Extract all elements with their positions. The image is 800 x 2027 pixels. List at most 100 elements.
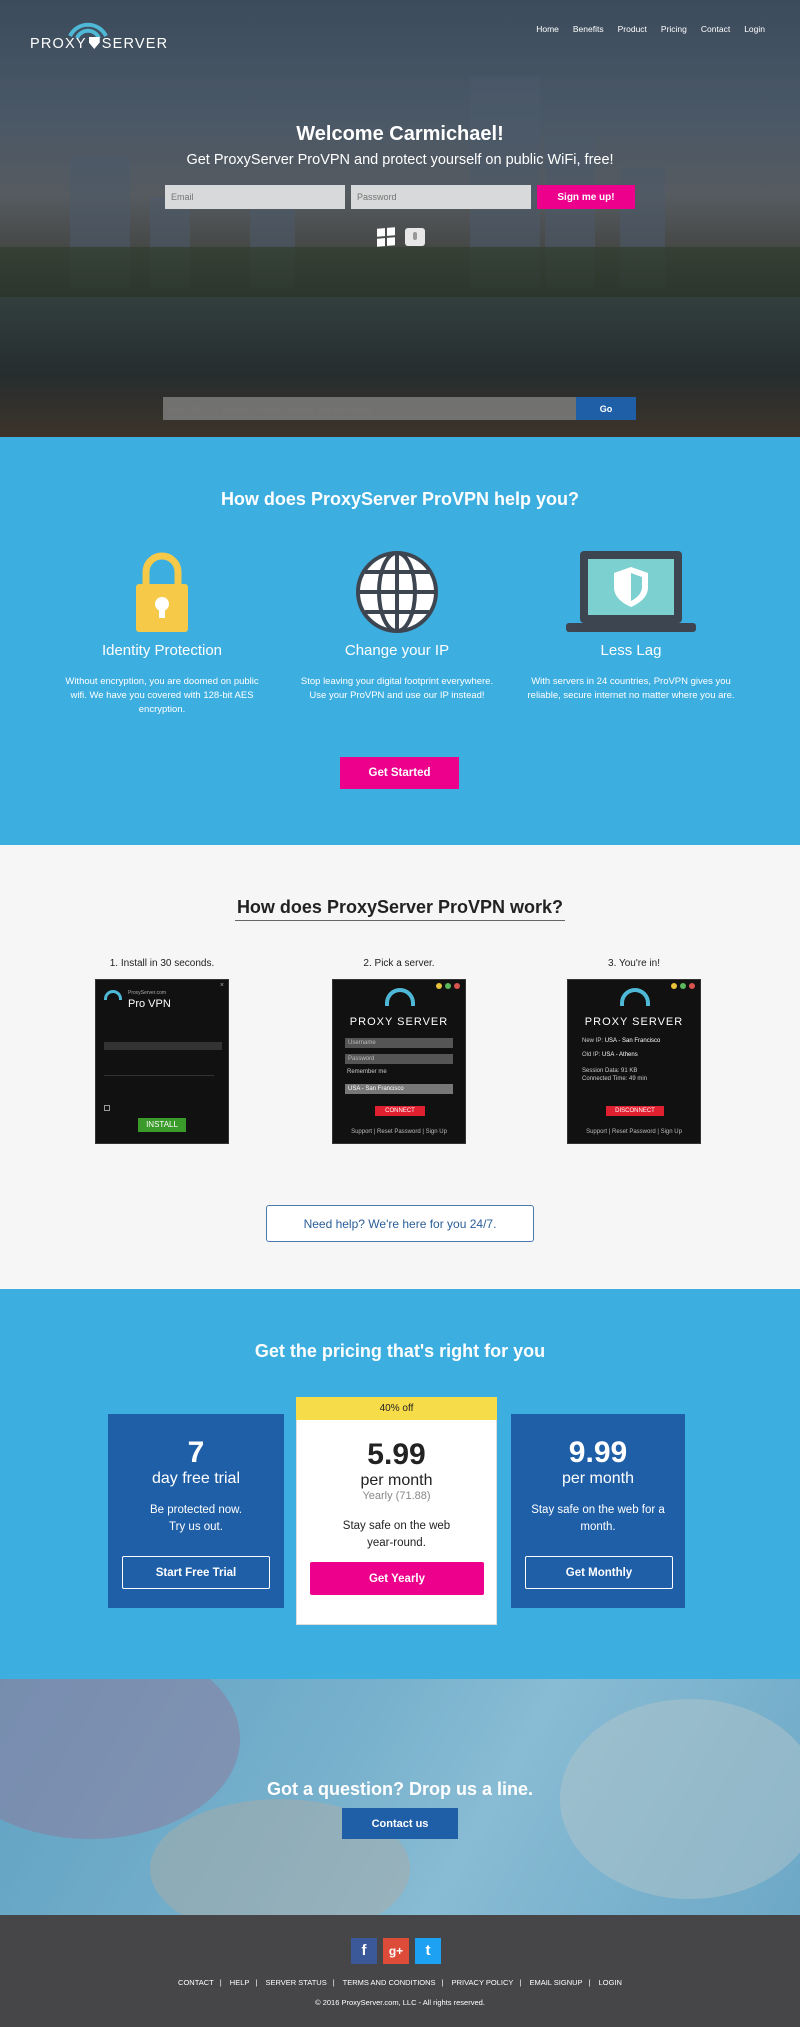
social-links: f g+ t bbox=[351, 1938, 441, 1964]
logo-text-right: SERVER bbox=[101, 36, 169, 52]
get-yearly-button[interactable]: Get Yearly bbox=[310, 1562, 484, 1595]
plan-desc: month. bbox=[580, 1521, 616, 1533]
plan-yearly-total: Yearly (71.88) bbox=[362, 1490, 431, 1502]
wifi-arc-icon bbox=[104, 990, 122, 1000]
step-label: 2. Pick a server. bbox=[363, 958, 435, 969]
login-screenshot: PROXY SERVER Username Password Remember … bbox=[332, 979, 466, 1144]
hero-section: PROXY SERVER Home Benefits Product Pricin… bbox=[0, 0, 800, 437]
wifi-arc-icon bbox=[385, 988, 415, 1006]
browse-bar: Go bbox=[163, 397, 636, 420]
feature-identity: Identity Protection Without encryption, … bbox=[57, 547, 267, 717]
app-logo: PROXY SERVER bbox=[584, 1016, 684, 1028]
url-search-input[interactable] bbox=[163, 397, 576, 420]
get-started-button[interactable]: Get Started bbox=[340, 757, 459, 789]
app-username-field[interactable]: Username bbox=[345, 1038, 453, 1048]
facebook-icon[interactable]: f bbox=[351, 1938, 377, 1964]
feature-change-ip: Change your IP Stop leaving your digital… bbox=[292, 547, 502, 703]
window-controls bbox=[671, 983, 695, 989]
get-monthly-button[interactable]: Get Monthly bbox=[525, 1556, 673, 1589]
session-data: Session Data: 91 KB bbox=[582, 1068, 638, 1074]
footer-link-server-status[interactable]: SERVER STATUS bbox=[265, 1978, 326, 1987]
nav-benefits[interactable]: Benefits bbox=[573, 24, 604, 34]
footer-link-terms[interactable]: TERMS AND CONDITIONS bbox=[343, 1978, 436, 1987]
app-links[interactable]: Support | Reset Password | Sign Up bbox=[568, 1129, 700, 1135]
shield-icon bbox=[88, 37, 100, 49]
agree-checkbox[interactable] bbox=[104, 1105, 110, 1111]
hero-subtitle: Get ProxyServer ProVPN and protect yours… bbox=[186, 152, 614, 168]
plan-monthly: 9.99 per month Stay safe on the web for … bbox=[511, 1414, 685, 1608]
new-ip-value: USA - San Francisco bbox=[604, 1038, 661, 1044]
old-ip-value: USA - Athens bbox=[602, 1052, 638, 1058]
footer-link-help[interactable]: HELP bbox=[230, 1978, 250, 1987]
install-button[interactable]: INSTALL bbox=[138, 1118, 186, 1132]
hero-title: Welcome Carmichael! bbox=[296, 123, 504, 145]
plan-price: 9.99 bbox=[568, 1436, 628, 1469]
step-connected: 3. You're in! PROXY SERVER New IP: USA -… bbox=[554, 958, 714, 1144]
plan-unit: per month bbox=[561, 1470, 635, 1487]
top-nav: Home Benefits Product Pricing Contact Lo… bbox=[536, 24, 765, 34]
step-label: 1. Install in 30 seconds. bbox=[109, 958, 215, 969]
signup-button[interactable]: Sign me up! bbox=[537, 185, 635, 209]
mac-icon[interactable] bbox=[405, 228, 425, 246]
nav-contact[interactable]: Contact bbox=[701, 24, 730, 34]
google-plus-icon[interactable]: g+ bbox=[383, 1938, 409, 1964]
plan-desc: Stay safe on the web bbox=[342, 1520, 451, 1532]
twitter-icon[interactable]: t bbox=[415, 1938, 441, 1964]
new-ip-label: New IP: bbox=[582, 1038, 604, 1044]
footer-link-privacy[interactable]: PRIVACY POLICY bbox=[452, 1978, 514, 1987]
heading-underline bbox=[235, 920, 565, 921]
nav-pricing[interactable]: Pricing bbox=[661, 24, 687, 34]
app-password-field[interactable]: Password bbox=[345, 1054, 453, 1064]
app-logo: PROXY SERVER bbox=[349, 1016, 449, 1028]
plan-yearly: 40% off 5.99 per month Yearly (71.88) St… bbox=[296, 1397, 497, 1625]
plan-desc: Stay safe on the web for a bbox=[531, 1504, 665, 1516]
feature-title: Identity Protection bbox=[101, 642, 223, 659]
windows-icon[interactable] bbox=[377, 227, 395, 247]
installer-path-field bbox=[104, 1042, 222, 1050]
remember-me[interactable]: Remember me bbox=[347, 1069, 387, 1075]
globe-icon bbox=[356, 551, 438, 633]
nav-home[interactable]: Home bbox=[536, 24, 559, 34]
nav-product[interactable]: Product bbox=[618, 24, 647, 34]
feature-title: Less Lag bbox=[600, 642, 662, 659]
step-install: 1. Install in 30 seconds. × ProxyServer.… bbox=[82, 958, 242, 1144]
footer-links: CONTACT | HELP | SERVER STATUS | TERMS AND … bbox=[178, 1978, 622, 1987]
start-free-trial-button[interactable]: Start Free Trial bbox=[122, 1556, 270, 1589]
plan-desc: Be protected now. bbox=[149, 1504, 243, 1516]
disconnect-button[interactable]: DISCONNECT bbox=[606, 1106, 664, 1116]
contact-us-button[interactable]: Contact us bbox=[342, 1808, 458, 1839]
email-field[interactable] bbox=[165, 185, 345, 209]
feature-less-lag: Less Lag With servers in 24 countries, P… bbox=[526, 547, 736, 703]
feature-text: Without encryption, you are doomed on pu… bbox=[65, 676, 259, 715]
logo-text-left: PROXY bbox=[30, 36, 87, 52]
pricing-heading: Get the pricing that's right for you bbox=[254, 1341, 546, 1361]
step-pick-server: 2. Pick a server. PROXY SERVER Username … bbox=[319, 958, 479, 1144]
app-links[interactable]: Support | Reset Password | Sign Up bbox=[333, 1129, 465, 1135]
logo[interactable]: PROXY SERVER bbox=[30, 16, 167, 56]
feature-text: With servers in 24 countries, ProVPN giv… bbox=[527, 676, 735, 701]
need-help-button[interactable]: Need help? We're here for you 24/7. bbox=[266, 1205, 534, 1242]
plan-trial: 7 day free trial Be protected now. Try us… bbox=[108, 1414, 284, 1608]
installer-screenshot: × ProxyServer.com Pro VPN INSTALL bbox=[95, 979, 229, 1144]
password-field[interactable] bbox=[351, 185, 531, 209]
footer-link-login[interactable]: LOGIN bbox=[599, 1978, 622, 1987]
signup-form: Sign me up! bbox=[165, 185, 635, 209]
plan-desc: Try us out. bbox=[169, 1521, 223, 1533]
connect-button[interactable]: CONNECT bbox=[375, 1106, 425, 1116]
window-controls bbox=[436, 983, 460, 989]
installer-brand: ProxyServer.com bbox=[128, 990, 167, 996]
feature-title: Change your IP bbox=[344, 642, 450, 659]
copyright: © 2016 ProxyServer.com, LLC - All rights… bbox=[315, 1998, 485, 2007]
wifi-arc-icon bbox=[620, 988, 650, 1006]
footer-link-contact[interactable]: CONTACT bbox=[178, 1978, 214, 1987]
nav-login[interactable]: Login bbox=[744, 24, 765, 34]
pricing-section: Get the pricing that's right for you 7 d… bbox=[0, 1289, 800, 1679]
help-section: How does ProxyServer ProVPN help you? Id… bbox=[0, 437, 800, 845]
work-heading: How does ProxyServer ProVPN work? bbox=[236, 897, 564, 917]
old-ip-label: Old IP: bbox=[582, 1052, 601, 1058]
server-select[interactable]: USA - San Francisco bbox=[345, 1084, 453, 1094]
connected-screenshot: PROXY SERVER New IP: USA - San Francisco… bbox=[567, 979, 701, 1144]
footer-link-email-signup[interactable]: EMAIL SIGNUP bbox=[529, 1978, 582, 1987]
go-button[interactable]: Go bbox=[576, 397, 636, 420]
plan-price: 5.99 bbox=[367, 1438, 426, 1471]
